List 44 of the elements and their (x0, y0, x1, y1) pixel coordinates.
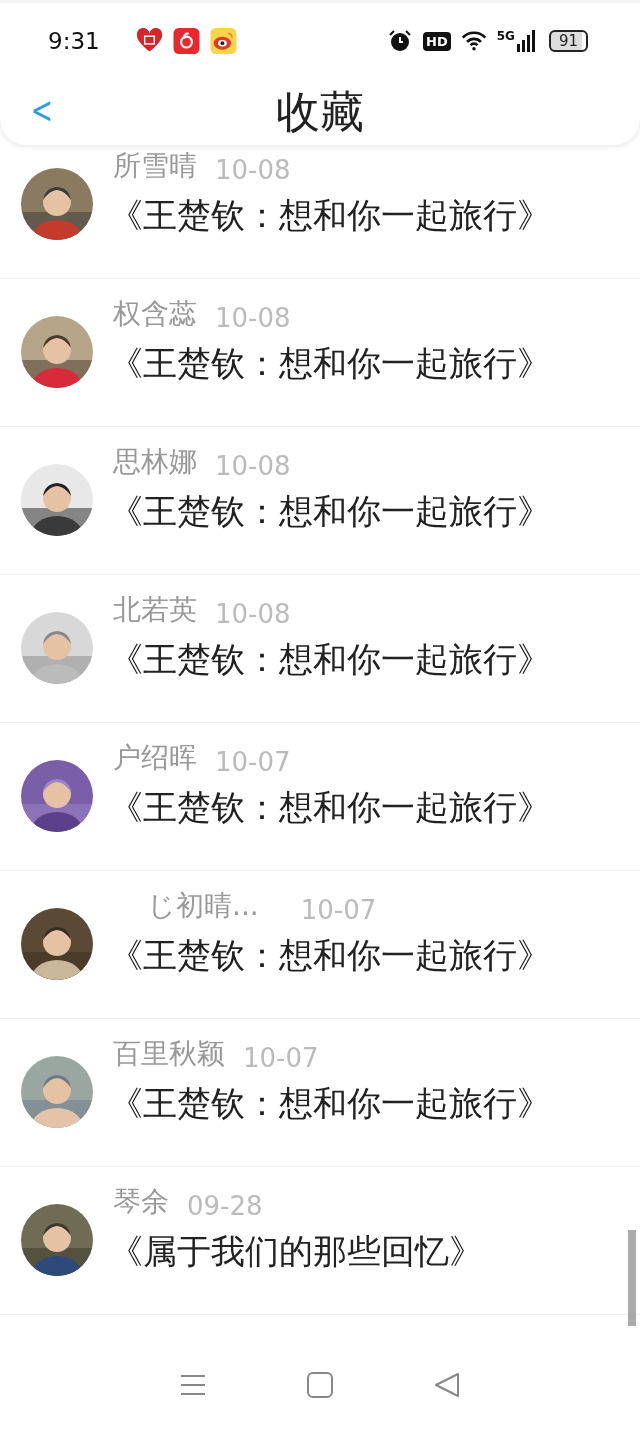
favorite-item[interactable]: 户绍晖 10-07 《王楚钦：想和你一起旅行》 (0, 723, 640, 871)
user-name: 北若英 (113, 592, 197, 628)
date-label: 09-28 (187, 1191, 263, 1221)
user-name: 所雪晴 (113, 148, 197, 184)
date-label: 10-08 (215, 303, 291, 333)
favorite-item[interactable]: 所雪晴 10-08 《王楚钦：想和你一起旅行》 (0, 145, 640, 279)
date-label: 10-08 (215, 599, 291, 629)
network-label: 5G (496, 29, 515, 43)
favorite-item[interactable]: 权含蕊 10-08 《王楚钦：想和你一起旅行》 (0, 279, 640, 427)
favorite-item[interactable]: じ初晴... 10-07 《王楚钦：想和你一起旅行》 (0, 871, 640, 1019)
date-label: 10-08 (215, 451, 291, 481)
favorite-item[interactable]: 北若英 10-08 《王楚钦：想和你一起旅行》 (0, 575, 640, 723)
scrollbar[interactable] (628, 1230, 636, 1326)
item-title: 《王楚钦：想和你一起旅行》 (109, 194, 551, 237)
user-name: 百里秋颖 (113, 1036, 225, 1072)
date-label: 10-07 (243, 1043, 319, 1073)
item-title: 《王楚钦：想和你一起旅行》 (109, 342, 551, 385)
date-label: 10-07 (215, 747, 291, 777)
item-title: 《王楚钦：想和你一起旅行》 (109, 490, 551, 533)
item-title: 《属于我们的那些回忆》 (109, 1230, 483, 1273)
heart-app-icon (135, 28, 163, 54)
back-icon[interactable] (433, 1371, 460, 1398)
home-icon[interactable] (307, 1371, 333, 1398)
wifi-icon (460, 29, 487, 53)
item-title: 《王楚钦：想和你一起旅行》 (109, 934, 551, 977)
battery-indicator: 91 (548, 30, 588, 52)
user-name: 户绍晖 (113, 740, 197, 776)
page-title: 收藏 (276, 84, 364, 139)
status-time: 9:31 (48, 28, 100, 54)
eye-app-icon (209, 28, 237, 54)
date-label: 10-07 (300, 895, 377, 925)
user-name: 琴余 (113, 1184, 169, 1220)
item-title: 《王楚钦：想和你一起旅行》 (109, 1082, 551, 1125)
item-title: 《王楚钦：想和你一起旅行》 (109, 786, 551, 829)
hd-badge: HD (423, 31, 451, 51)
favorite-item[interactable]: 百里秋颖 10-07 《王楚钦：想和你一起旅行》 (0, 1019, 640, 1167)
user-name: 权含蕊 (113, 296, 197, 332)
item-title: 《王楚钦：想和你一起旅行》 (109, 638, 551, 681)
date-label: 10-08 (215, 155, 291, 185)
signal-icon (516, 30, 535, 52)
favorite-item[interactable]: 思林娜 10-08 《王楚钦：想和你一起旅行》 (0, 427, 640, 575)
music-app-icon (172, 28, 200, 54)
user-name: じ初晴... (146, 888, 259, 924)
user-name: 思林娜 (113, 444, 197, 480)
